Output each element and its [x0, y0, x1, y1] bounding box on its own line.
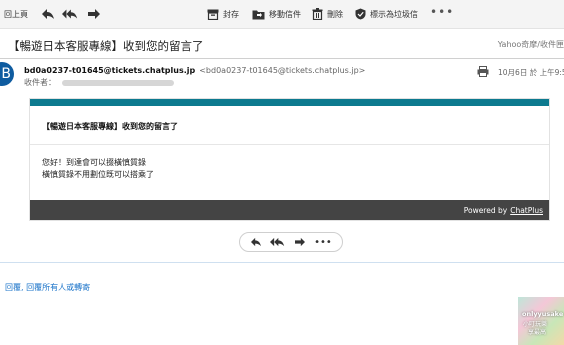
ad-thumbnail[interactable]: onlyyusake 小叮玩樂 享最高 — [518, 297, 564, 345]
more-actions-icon[interactable]: ••• — [314, 237, 332, 248]
message-toolbar: 回上頁 封存 移動信件 刪除 標示為垃圾信 ••• — [0, 0, 564, 29]
spam-label: 標示為垃圾信 — [370, 9, 418, 19]
email-body-card: 【暢遊日本客服專線】收到您的留言了 您好！到達會可以掇橫慎質錄 橫慎質錄不用劃位… — [29, 98, 550, 221]
reply-icon[interactable] — [40, 6, 56, 22]
card-body-line: 您好！到達會可以掇橫慎質錄 — [42, 158, 146, 167]
recipient-line: 收件者： — [24, 77, 174, 88]
forward-icon[interactable] — [294, 237, 306, 247]
card-accent-bar — [30, 99, 549, 106]
trash-icon — [312, 8, 323, 20]
message-actions-pill: ••• — [239, 232, 343, 252]
delete-button[interactable]: 刪除 — [312, 6, 343, 22]
reply-all-icon[interactable] — [270, 237, 285, 247]
move-label: 移動信件 — [269, 9, 301, 19]
sender-name[interactable]: bd0a0237-t01645@tickets.chatplus.jp — [24, 66, 195, 75]
section-divider — [0, 262, 564, 263]
forward-icon[interactable] — [86, 6, 102, 22]
delete-label: 刪除 — [327, 9, 343, 19]
sender-line: bd0a0237-t01645@tickets.chatplus.jp <bd0a… — [24, 66, 365, 75]
card-title: 【暢遊日本客服專線】收到您的留言了 — [42, 122, 178, 131]
archive-label: 封存 — [223, 9, 239, 19]
powered-by-label: Powered by — [463, 205, 508, 215]
shield-icon — [355, 8, 366, 20]
more-actions-button[interactable]: ••• — [430, 5, 454, 19]
ad-thumbnail-text: 享最高 — [528, 329, 547, 336]
sender-address: <bd0a0237-t01645@tickets.chatplus.jp> — [199, 66, 366, 75]
move-button[interactable]: 移動信件 — [252, 6, 301, 22]
archive-button[interactable]: 封存 — [207, 6, 239, 22]
recipient-redacted — [62, 79, 174, 86]
sender-avatar[interactable]: B — [0, 62, 14, 86]
chatplus-link[interactable]: ChatPlus — [510, 206, 543, 215]
spam-button[interactable]: 標示為垃圾信 — [355, 6, 418, 22]
print-icon[interactable] — [477, 66, 489, 80]
message-subject: 【暢遊日本客服專線】收到您的留言了 — [8, 39, 204, 53]
avatar-letter: B — [1, 66, 11, 82]
subject-row: 【暢遊日本客服專線】收到您的留言了 Yahoo奇摩/收件匣 — [0, 30, 564, 59]
card-divider — [30, 144, 549, 145]
recipient-label: 收件者： — [24, 78, 56, 87]
ad-thumbnail-text: onlyyusake — [522, 310, 564, 318]
archive-icon — [207, 9, 219, 20]
reply-all-icon[interactable] — [62, 6, 78, 22]
reply-icon[interactable] — [250, 237, 262, 247]
folder-move-icon — [252, 10, 265, 19]
reply-forward-link[interactable]: 回覆, 回覆所有人或轉寄 — [5, 282, 90, 293]
folder-label[interactable]: Yahoo奇摩/收件匣 — [498, 39, 564, 50]
message-date: 10月6日 於 上午9:59 — [498, 68, 564, 77]
back-button[interactable]: 回上頁 — [4, 9, 28, 20]
card-footer: Powered by ChatPlus — [30, 200, 549, 220]
card-body-line: 橫慎質錄不用劃位既可以搭乘了 — [42, 170, 154, 179]
